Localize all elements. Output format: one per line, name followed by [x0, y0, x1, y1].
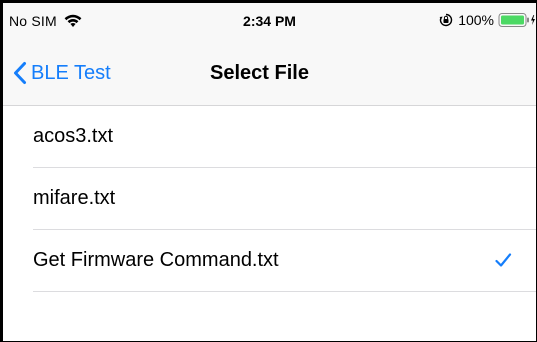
- row-separator: [33, 291, 536, 292]
- page-title-text: Select File: [210, 62, 309, 84]
- file-name: Get Firmware Command.txt: [33, 249, 279, 271]
- file-row-get-firmware-command[interactable]: Get Firmware Command.txt: [3, 230, 536, 292]
- navigation-bar: BLE Test Select File: [3, 41, 536, 106]
- file-row-acos3[interactable]: acos3.txt: [3, 106, 536, 168]
- status-right: 100%: [439, 12, 536, 28]
- file-name: mifare.txt: [33, 187, 116, 209]
- back-label: BLE Test: [31, 61, 111, 84]
- chevron-left-icon: [13, 61, 27, 85]
- file-list: acos3.txt mifare.txt Get Firmware Comman…: [3, 106, 536, 292]
- app-screen: No SIM 2:34 PM 100% BLE Test Select File…: [3, 3, 536, 341]
- file-name: acos3.txt: [33, 125, 114, 147]
- battery-percent: 100%: [458, 12, 494, 28]
- status-bar: No SIM 2:34 PM 100%: [3, 3, 536, 41]
- checkmark-icon: [495, 253, 512, 267]
- back-button[interactable]: BLE Test: [13, 57, 111, 89]
- file-row-mifare[interactable]: mifare.txt: [3, 168, 536, 230]
- charging-icon: [531, 15, 535, 25]
- orientation-lock-icon: [439, 13, 453, 27]
- battery-icon: [498, 12, 536, 28]
